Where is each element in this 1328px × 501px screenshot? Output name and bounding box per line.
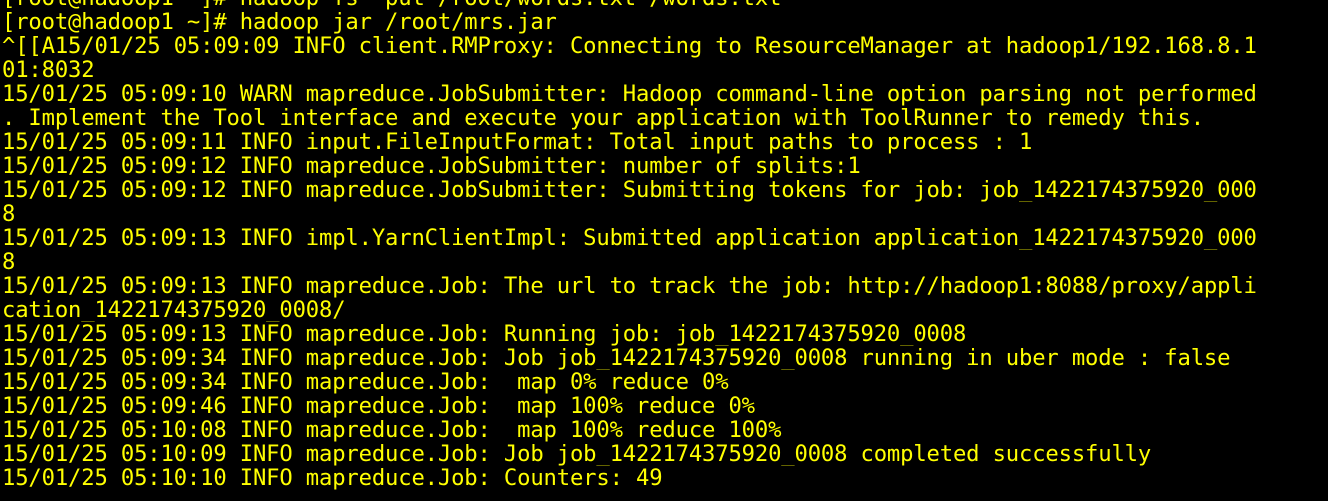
terminal-line: 15/01/25 05:09:12 INFO mapreduce.JobSubm… — [2, 178, 1257, 202]
terminal-line: 15/01/25 05:09:34 INFO mapreduce.Job: ma… — [2, 370, 729, 394]
terminal-line: 8 — [2, 250, 16, 274]
terminal-window[interactable]: [root@hadoop1 ~]# hadoop fs -put /root/w… — [0, 0, 1328, 501]
terminal-line: . Implement the Tool interface and execu… — [2, 106, 1204, 130]
terminal-line: 15/01/25 05:09:13 INFO impl.YarnClientIm… — [2, 226, 1257, 250]
terminal-line: 15/01/25 05:09:11 INFO input.FileInputFo… — [2, 130, 1033, 154]
terminal-line: cation_1422174375920_0008/ — [2, 298, 346, 322]
terminal-line: 15/01/25 05:09:13 INFO mapreduce.Job: Th… — [2, 274, 1257, 298]
terminal-line: 15/01/25 05:09:34 INFO mapreduce.Job: Jo… — [2, 346, 1231, 370]
terminal-line: 15/01/25 05:09:46 INFO mapreduce.Job: ma… — [2, 394, 755, 418]
terminal-line: ^[[A15/01/25 05:09:09 INFO client.RMProx… — [2, 34, 1257, 58]
terminal-line: 8 — [2, 202, 16, 226]
terminal-line-command: [root@hadoop1 ~]# hadoop jar /root/mrs.j… — [2, 10, 557, 34]
terminal-line: 15/01/25 05:10:09 INFO mapreduce.Job: Jo… — [2, 442, 1152, 466]
terminal-line: 15/01/25 05:09:10 WARN mapreduce.JobSubm… — [2, 82, 1257, 106]
terminal-line: 15/01/25 05:09:12 INFO mapreduce.JobSubm… — [2, 154, 861, 178]
terminal-line: 15/01/25 05:09:13 INFO mapreduce.Job: Ru… — [2, 322, 967, 346]
terminal-line-prev-command: [root@hadoop1 ~]# hadoop fs -put /root/w… — [0, 0, 1328, 10]
terminal-line: 01:8032 — [2, 58, 95, 82]
terminal-line: 15/01/25 05:10:08 INFO mapreduce.Job: ma… — [2, 418, 782, 442]
terminal-line: 15/01/25 05:10:10 INFO mapreduce.Job: Co… — [2, 466, 663, 490]
